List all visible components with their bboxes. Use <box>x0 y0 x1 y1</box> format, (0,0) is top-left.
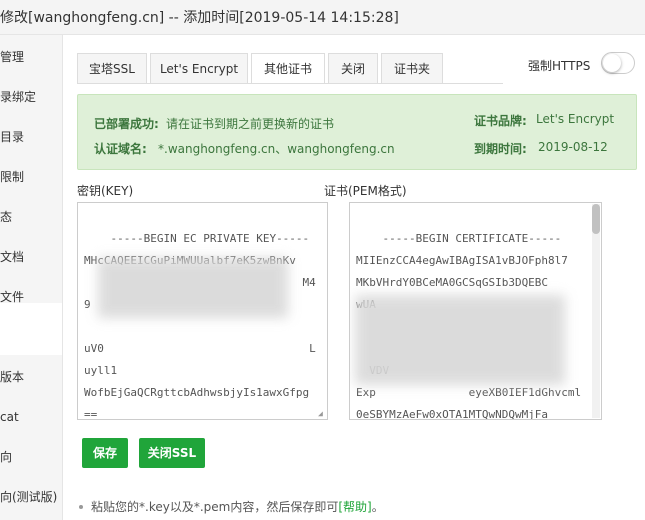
private-key-textarea[interactable]: -----BEGIN EC PRIVATE KEY----- MHcCAQEEI… <box>77 202 328 420</box>
cert-scrollbar[interactable] <box>592 204 600 418</box>
sidebar-item-site-directory[interactable]: 目录 <box>0 125 62 149</box>
help-link[interactable]: [帮助] <box>338 500 371 514</box>
sidebar-item-traffic-limit[interactable]: 限制 <box>0 165 62 189</box>
resize-handle-icon[interactable]: ◢ <box>318 410 326 418</box>
bullet-icon <box>79 505 83 509</box>
tab-cert-folder[interactable]: 证书夹 <box>381 53 443 83</box>
redaction-blur <box>355 295 565 385</box>
status-value: 请在证书到期之前更换新的证书 <box>166 117 335 131</box>
scroll-thumb[interactable] <box>592 204 600 234</box>
ssl-panel: 宝塔SSL Let's Encrypt 其他证书 关闭 证书夹 强制HTTPS … <box>63 35 645 520</box>
tabs-underline <box>77 83 503 84</box>
sidebar: 管理 录绑定 目录 限制 态 文档 文件 版本 cat 向 向(测试版) <box>0 35 63 520</box>
expire-key: 到期时间: <box>474 142 527 156</box>
brand-value: Let's Encrypt <box>536 112 615 126</box>
cert-status-alert: 已部署成功: 请在证书到期之前更换新的证书 认证域名: *.wanghongfe… <box>77 94 637 170</box>
expire-value: 2019-08-12 <box>538 140 608 154</box>
redaction-blur <box>98 258 288 318</box>
tab-close[interactable]: 关闭 <box>328 53 378 83</box>
tab-lets-encrypt[interactable]: Let's Encrypt <box>150 53 248 83</box>
sidebar-item-redirect[interactable]: 向 <box>0 445 62 469</box>
domain-key: 认证域名: <box>94 142 147 156</box>
brand-key: 证书品牌: <box>474 114 527 128</box>
certificate-textarea[interactable]: -----BEGIN CERTIFICATE----- MIIEnzCCA4eg… <box>349 202 602 420</box>
window-controls <box>631 0 645 34</box>
cert-label: 证书(PEM格式) <box>324 184 407 198</box>
sidebar-item-redirect-beta[interactable]: 向(测试版) <box>0 485 62 509</box>
window-title: 修改[wanghongfeng.cn] -- 添加时间[2019-05-14 1… <box>0 10 399 26</box>
sidebar-item-default-doc[interactable]: 文档 <box>0 245 62 269</box>
sidebar-item-ssl[interactable] <box>0 303 62 355</box>
tab-baota-ssl[interactable]: 宝塔SSL <box>77 53 147 83</box>
toggle-knob <box>603 54 621 72</box>
sidebar-item-pseudo-static[interactable]: 态 <box>0 205 62 229</box>
window-titlebar: 修改[wanghongfeng.cn] -- 添加时间[2019-05-14 1… <box>0 0 645 35</box>
sidebar-item-subdir-binding[interactable]: 录绑定 <box>0 85 62 109</box>
sidebar-item-php-version[interactable]: 版本 <box>0 365 62 389</box>
save-button[interactable]: 保存 <box>82 438 128 468</box>
tip-end: 。 <box>371 500 384 514</box>
tip-text: 粘贴您的*.key以及*.pem内容，然后保存即可 <box>91 500 339 514</box>
tab-other-cert[interactable]: 其他证书 <box>251 53 325 84</box>
sidebar-item-domain-manage[interactable]: 管理 <box>0 45 62 69</box>
force-https-label: 强制HTTPS <box>528 59 591 73</box>
key-label: 密钥(KEY) <box>77 184 134 198</box>
sidebar-item-tomcat[interactable]: cat <box>0 405 62 429</box>
close-ssl-button[interactable]: 关闭SSL <box>139 438 205 468</box>
status-key: 已部署成功: <box>94 117 159 131</box>
domain-value: *.wanghongfeng.cn、wanghongfeng.cn <box>158 142 395 156</box>
force-https-toggle[interactable] <box>601 52 635 74</box>
help-tip: 粘贴您的*.key以及*.pem内容，然后保存即可[帮助]。 <box>77 498 384 515</box>
